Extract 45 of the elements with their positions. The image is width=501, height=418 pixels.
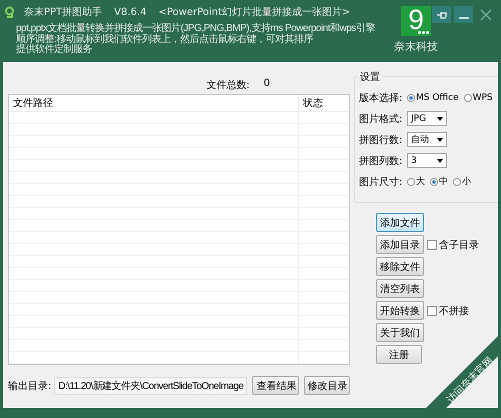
checkbox-option[interactable]: 不拼接	[427, 304, 469, 318]
action-button[interactable]: 关于我们	[376, 323, 424, 342]
dropdown[interactable]: 3	[407, 153, 447, 168]
description-line: 提供软件定制服务	[16, 45, 92, 56]
output-button[interactable]: 修改目录	[304, 376, 350, 395]
caret-icon	[437, 138, 443, 142]
radio-option[interactable]: 中	[430, 175, 448, 188]
checkbox-option[interactable]: 含子目录	[427, 238, 479, 252]
action-button[interactable]: 添加文件	[376, 213, 424, 232]
setting-label: 图片格式:	[359, 112, 404, 126]
action-button[interactable]: 移除文件	[376, 257, 424, 276]
version-label: V8.6.4	[114, 6, 146, 18]
description-line: 顺序调整:移动鼠标到我们软件列表上，然后点击鼠标右键，可对其排序	[16, 34, 313, 44]
settings-title: 设置	[358, 70, 382, 84]
window-title: 奈末PPT拼图助手	[24, 6, 102, 19]
window-subtitle: <PowerPoint幻灯片批量拼接成一张图片>	[158, 6, 350, 19]
column-header: 文件路径	[9, 95, 299, 111]
radio-option[interactable]: WPS	[464, 92, 493, 102]
caret-icon	[437, 116, 443, 120]
output-button[interactable]: 查看结果	[252, 376, 299, 395]
setting-label: 图片尺寸:	[359, 176, 404, 188]
minimize-icon[interactable]	[454, 6, 473, 23]
setting-label: 版本选择:	[359, 92, 404, 104]
action-button[interactable]: 开始转换	[376, 301, 424, 320]
column-header: 状态	[302, 96, 324, 110]
radio-option[interactable]: 大	[407, 175, 425, 188]
setting-label: 拼图列数:	[359, 154, 404, 168]
radio-option[interactable]: MS Office	[407, 92, 459, 102]
pin-icon[interactable]	[432, 6, 451, 23]
logo-mark: 9	[401, 6, 431, 36]
radio-option[interactable]: 小	[453, 175, 471, 188]
dropdown[interactable]: 自动	[407, 132, 447, 147]
dropdown[interactable]: JPG	[407, 111, 447, 126]
action-button[interactable]: 添加目录	[376, 235, 424, 254]
file-count-value: 0	[264, 78, 270, 91]
setting-label: 拼图行数:	[359, 134, 404, 146]
output-path-field[interactable]: D:\11.20\新建文件夹\ConvertSlideToOneImage	[54, 376, 248, 394]
caret-icon	[437, 158, 443, 162]
action-button[interactable]: 清空列表	[376, 279, 424, 298]
file-count-label: 文件总数:	[206, 78, 250, 92]
brand-name: 奈末科技	[394, 39, 438, 54]
output-label: 输出目录:	[8, 380, 52, 392]
action-button[interactable]: 注册	[376, 345, 422, 364]
app-icon	[4, 6, 16, 18]
description-line: ppt,pptx文档批量转换并拼接成一张图片(JPG,PNG,BMP),支持ms Powerpoint和wps引擎	[16, 24, 375, 34]
